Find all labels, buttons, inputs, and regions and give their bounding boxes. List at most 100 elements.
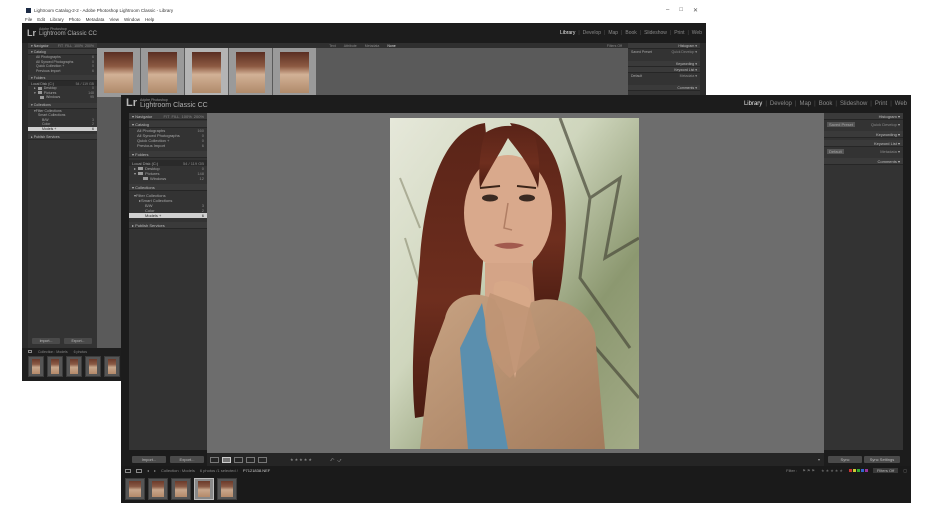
filmstrip-source[interactable]: Collection : Models (161, 468, 195, 473)
publish-services-header[interactable]: ▸ Publish Services (129, 222, 207, 229)
filter-none[interactable]: None (387, 44, 395, 48)
filmstrip-thumb[interactable] (148, 478, 168, 500)
grid-cell[interactable] (141, 48, 184, 97)
module-library[interactable]: Library (744, 101, 762, 107)
rating-stars[interactable]: ★★★★★ (290, 457, 313, 462)
loupe-view-icon[interactable] (222, 456, 231, 463)
close-icon[interactable]: ✕ (693, 7, 698, 14)
sync-settings-button[interactable]: Sync Settings (864, 456, 900, 463)
filter-lock-icon[interactable]: ▢ (903, 468, 907, 473)
grid-icon[interactable] (136, 468, 142, 473)
keyword-list-header[interactable]: Keyword List ▾ (824, 140, 903, 147)
grid-cell[interactable] (229, 48, 272, 97)
export-button[interactable]: Export... (64, 338, 92, 344)
grid-cell[interactable] (97, 48, 140, 97)
filmstrip-thumb[interactable] (85, 356, 101, 377)
filmstrip-thumb[interactable] (47, 356, 63, 377)
metadata-row[interactable]: Default Metadata ▾ (628, 73, 700, 79)
grid-cell-selected[interactable] (185, 48, 228, 97)
saved-preset-select[interactable]: Saved Preset (827, 122, 856, 127)
filmstrip-thumb[interactable] (125, 478, 145, 500)
filters-off[interactable]: Filters Off (607, 44, 622, 48)
comments-header[interactable]: Comments ▾ (628, 85, 700, 91)
filter-attribute[interactable]: Attribute (344, 44, 357, 48)
portrait-image (390, 118, 639, 449)
menu-metadata[interactable]: Metadata (86, 17, 105, 22)
menu-edit[interactable]: Edit (37, 17, 45, 22)
maximize-icon[interactable]: □ (679, 7, 683, 14)
grid-view-icon[interactable] (28, 350, 32, 353)
filter-metadata[interactable]: Metadata (365, 44, 380, 48)
filmstrip-thumb-selected[interactable] (194, 478, 214, 500)
back-arrow-icon[interactable]: ◂ (147, 468, 149, 473)
module-print[interactable]: Print (875, 101, 887, 107)
catalog-item[interactable]: Previous Import 6 (28, 69, 97, 74)
collections-header[interactable]: ▾ Collections (129, 184, 207, 191)
module-print[interactable]: Print (674, 30, 684, 36)
filmstrip-thumb[interactable] (104, 356, 120, 377)
menu-library[interactable]: Library (50, 17, 64, 22)
front-module-picker: Library | Develop | Map | Book | Slideshow | … (743, 101, 907, 107)
forward-arrow-icon[interactable]: ▸ (154, 468, 156, 473)
collection-item-selected[interactable]: Models +6 (129, 213, 207, 218)
histogram-header[interactable]: Histogram ▾ (824, 113, 903, 120)
module-map[interactable]: Map (608, 30, 618, 36)
main-photo[interactable] (390, 118, 639, 449)
filmstrip-thumb[interactable] (171, 478, 191, 500)
toolbar-menu-icon[interactable]: ▾ (818, 457, 820, 462)
metadata-row[interactable]: Default Metadata ▾ (824, 147, 903, 156)
rotate-left-icon[interactable]: ⤺ (330, 457, 334, 462)
navigator-header[interactable]: ▾ Navigator FIT FILL 100% 200% (129, 113, 207, 120)
secondary-window-icon[interactable] (125, 468, 131, 473)
menu-help[interactable]: Help (145, 17, 154, 22)
export-button[interactable]: Export... (170, 456, 204, 463)
module-book[interactable]: Book (625, 30, 636, 36)
filmstrip-thumb[interactable] (28, 356, 44, 377)
folder-item[interactable]: Windows 95 (28, 95, 97, 100)
module-slideshow[interactable]: Slideshow (644, 30, 667, 36)
module-develop[interactable]: Develop (770, 101, 792, 107)
filter-color-labels[interactable] (848, 469, 868, 472)
filter-select[interactable]: Filters Off (872, 468, 899, 473)
loupe-toolbar: ★★★★★ ⤺ ⤻ ▾ (207, 453, 824, 466)
people-view-icon[interactable] (258, 456, 267, 463)
publish-services-header[interactable]: ▸ Publish Services (28, 134, 97, 140)
menu-file[interactable]: File (25, 17, 32, 22)
filmstrip-thumb[interactable] (217, 478, 237, 500)
module-develop[interactable]: Develop (583, 30, 601, 36)
module-library[interactable]: Library (560, 30, 575, 36)
folder-item[interactable]: Windows 12 (129, 176, 207, 181)
comments-header[interactable]: Comments ▾ (824, 158, 903, 165)
filter-text[interactable]: Text (329, 44, 335, 48)
sync-metadata-button[interactable]: Sync (828, 456, 862, 463)
keywording-header[interactable]: Keywording ▾ (824, 131, 903, 138)
module-web[interactable]: Web (895, 101, 907, 107)
folder-icon (138, 172, 144, 175)
collection-item-selected[interactable]: Models +6 (28, 126, 97, 131)
rotate-right-icon[interactable]: ⤻ (337, 457, 341, 462)
catalog-item[interactable]: Previous Import 6 (129, 143, 207, 148)
folders-header[interactable]: ▾ Folders (129, 151, 207, 158)
module-map[interactable]: Map (799, 101, 811, 107)
menu-photo[interactable]: Photo (69, 17, 81, 22)
grid-cell[interactable] (273, 48, 316, 97)
minimize-icon[interactable]: – (666, 7, 669, 14)
menu-window[interactable]: Window (124, 17, 140, 22)
filter-flags[interactable]: ⚑⚑⚑ (802, 468, 816, 473)
module-web[interactable]: Web (692, 30, 702, 36)
catalog-header[interactable]: ▾ Catalog (129, 121, 207, 128)
module-slideshow[interactable]: Slideshow (840, 101, 867, 107)
quick-develop-row[interactable]: Saved Preset Quick Develop ▾ (824, 120, 903, 129)
metadata-preset-select[interactable]: Default (827, 149, 844, 154)
filmstrip-thumb[interactable] (66, 356, 82, 377)
module-book[interactable]: Book (819, 101, 833, 107)
quick-develop-row[interactable]: Saved Preset Quick Develop ▾ (628, 49, 700, 55)
grid-view-icon[interactable] (210, 456, 219, 463)
compare-view-icon[interactable] (234, 456, 243, 463)
survey-view-icon[interactable] (246, 456, 255, 463)
front-identity-plate: Lr Adobe Photoshop Lightroom Classic CC … (121, 95, 911, 113)
import-button[interactable]: Import... (32, 338, 60, 344)
import-button[interactable]: Import... (132, 456, 166, 463)
filter-stars[interactable]: ★★★★★ (821, 468, 844, 473)
menu-view[interactable]: View (109, 17, 119, 22)
